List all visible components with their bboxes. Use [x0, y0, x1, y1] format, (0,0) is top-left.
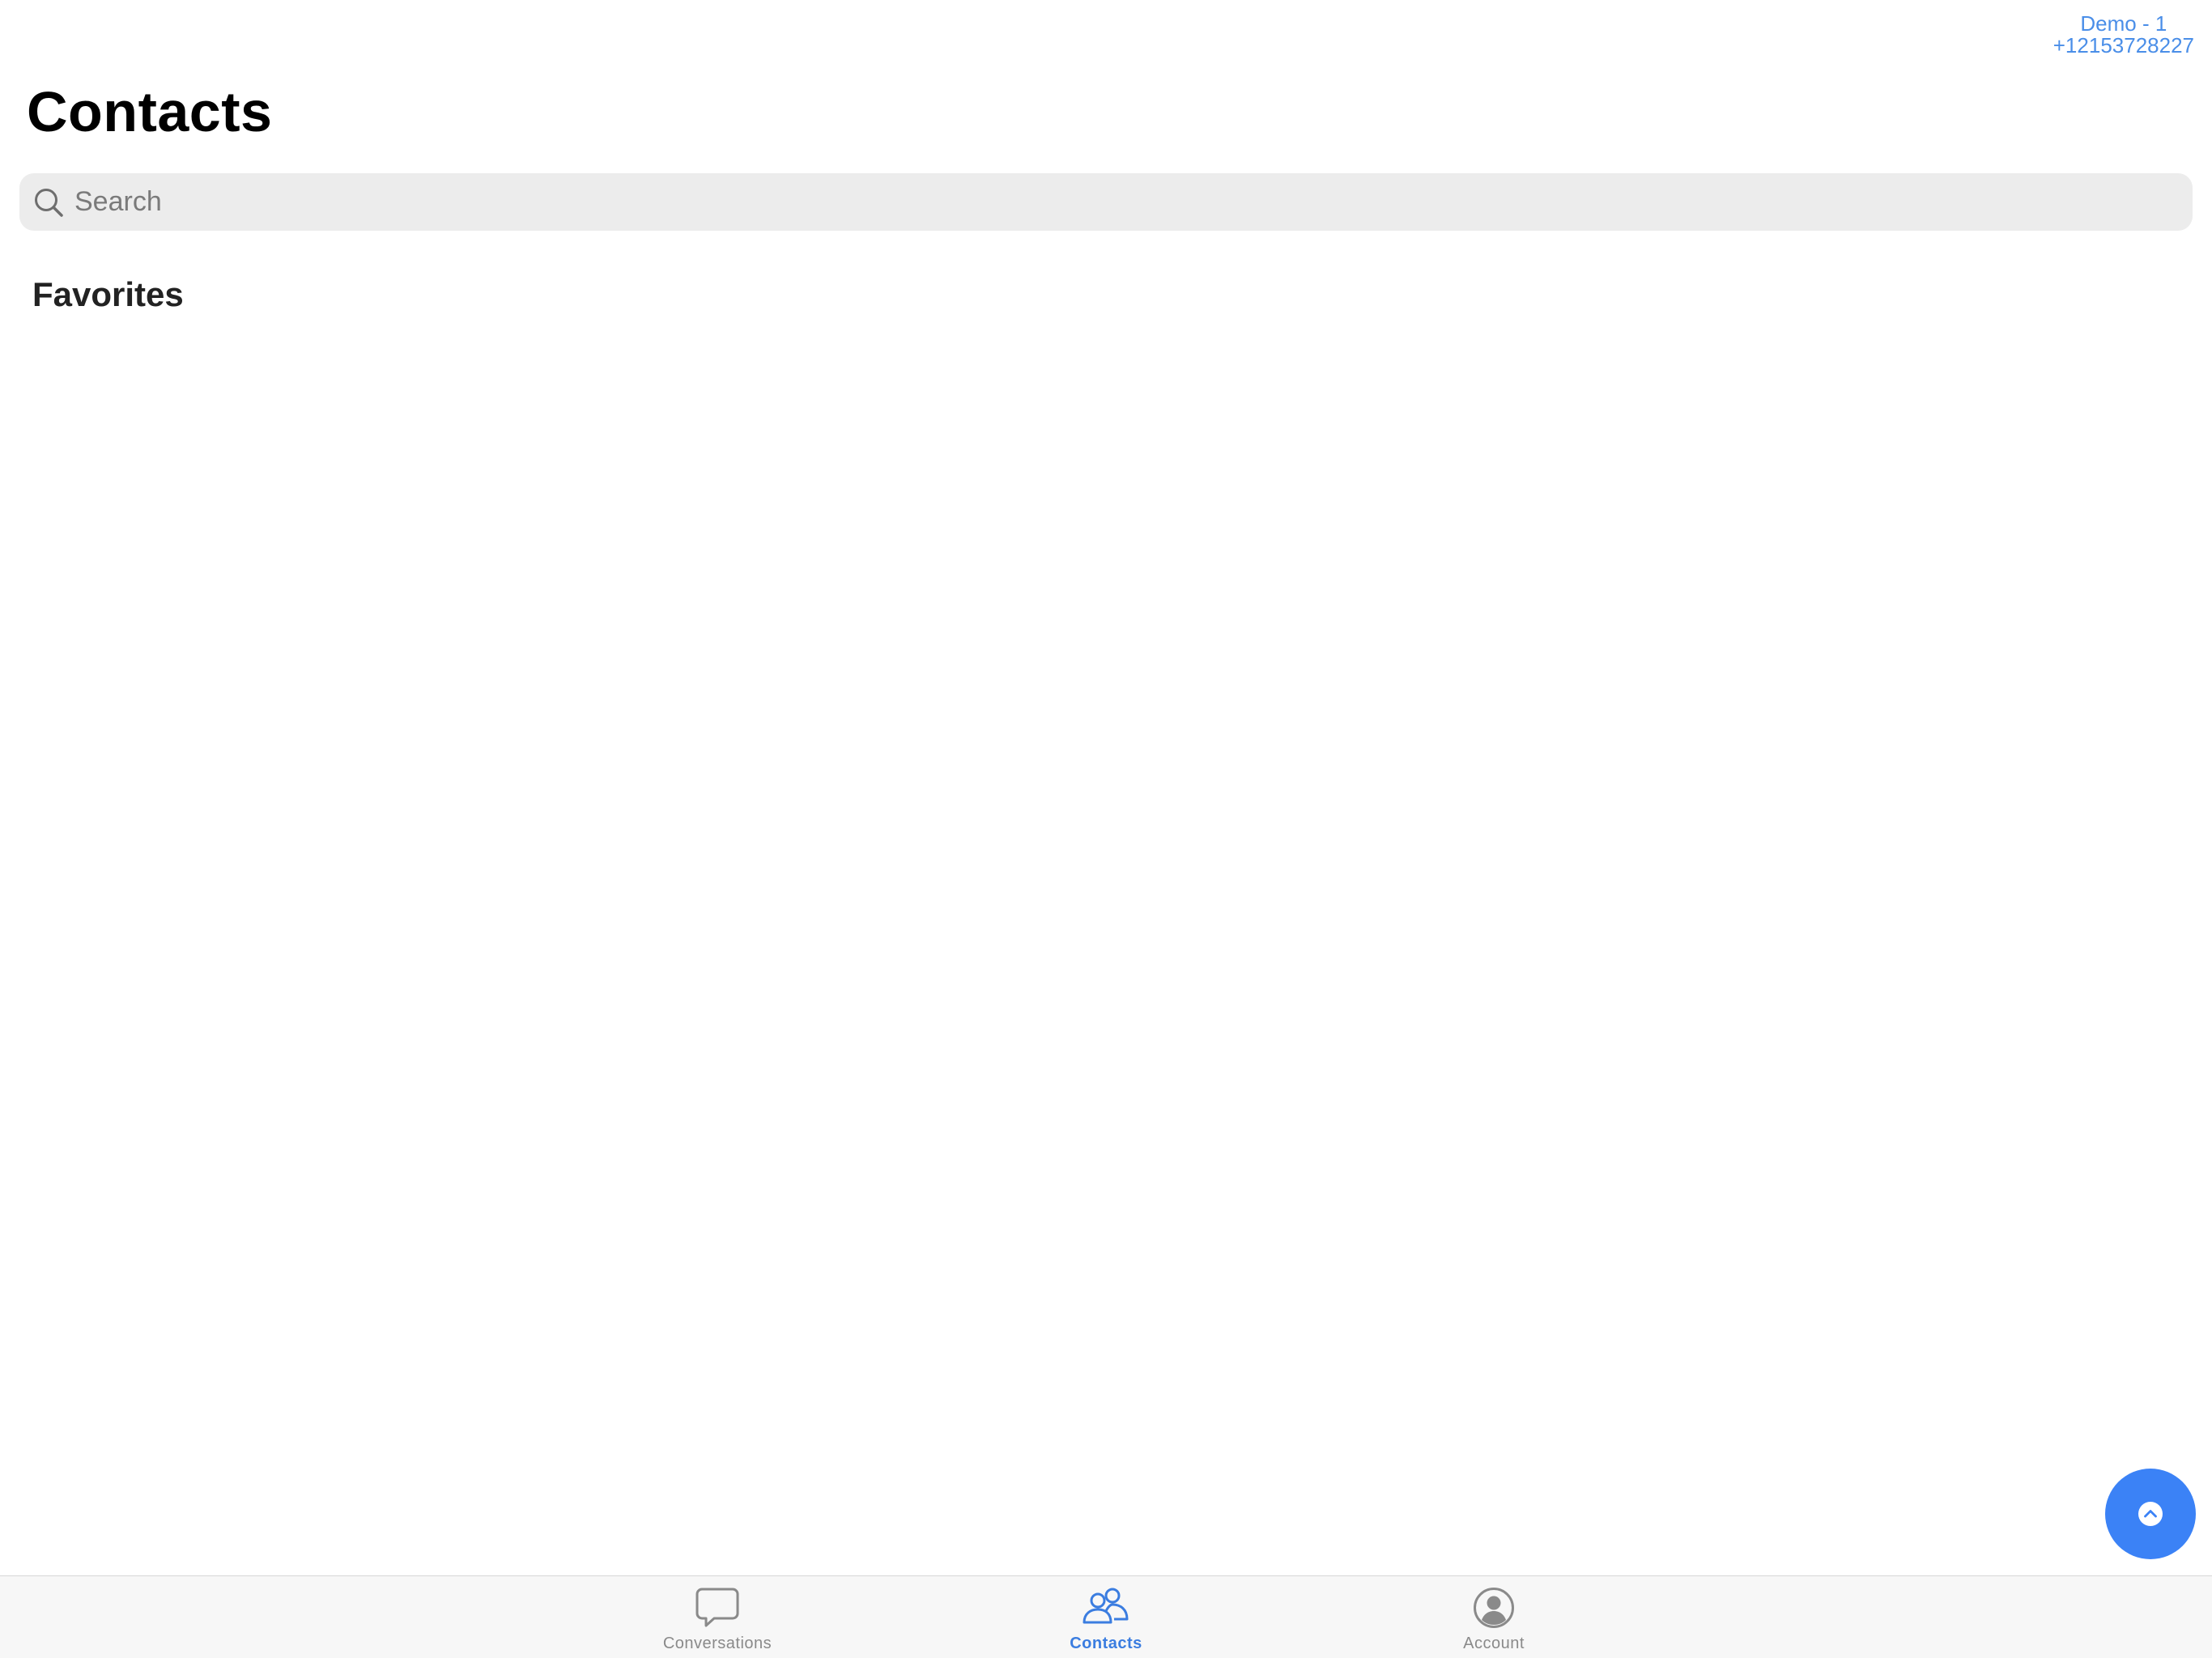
search-bar[interactable] [19, 173, 2193, 231]
scroll-up-button[interactable] [2105, 1469, 2196, 1559]
contacts-screen: Demo - 1 +12153728227 Contacts Favorites [0, 0, 2212, 1658]
chat-bubble-icon [693, 1586, 742, 1630]
search-icon [31, 185, 66, 220]
account-phone: +12153728227 [2052, 33, 2194, 57]
account-name: Demo - 1 [2080, 11, 2167, 36]
tab-label: Account [1463, 1635, 1525, 1652]
favorites-heading: Favorites [32, 275, 184, 313]
tab-contacts[interactable]: Contacts [1017, 1586, 1195, 1657]
tab-label: Conversations [662, 1635, 772, 1652]
chevron-up-icon [2136, 1499, 2165, 1528]
account-info[interactable]: Demo - 1 +12153728227 [2053, 13, 2194, 57]
tab-conversations[interactable]: Conversations [628, 1586, 806, 1657]
tab-account[interactable]: Account [1405, 1586, 1583, 1657]
page-title: Contacts [27, 80, 273, 143]
search-input[interactable] [73, 176, 2193, 227]
tab-bar: Conversations Contacts Account [0, 1575, 2212, 1658]
user-circle-icon [1470, 1586, 1518, 1630]
people-icon [1082, 1586, 1130, 1630]
tab-label: Contacts [1070, 1635, 1142, 1652]
